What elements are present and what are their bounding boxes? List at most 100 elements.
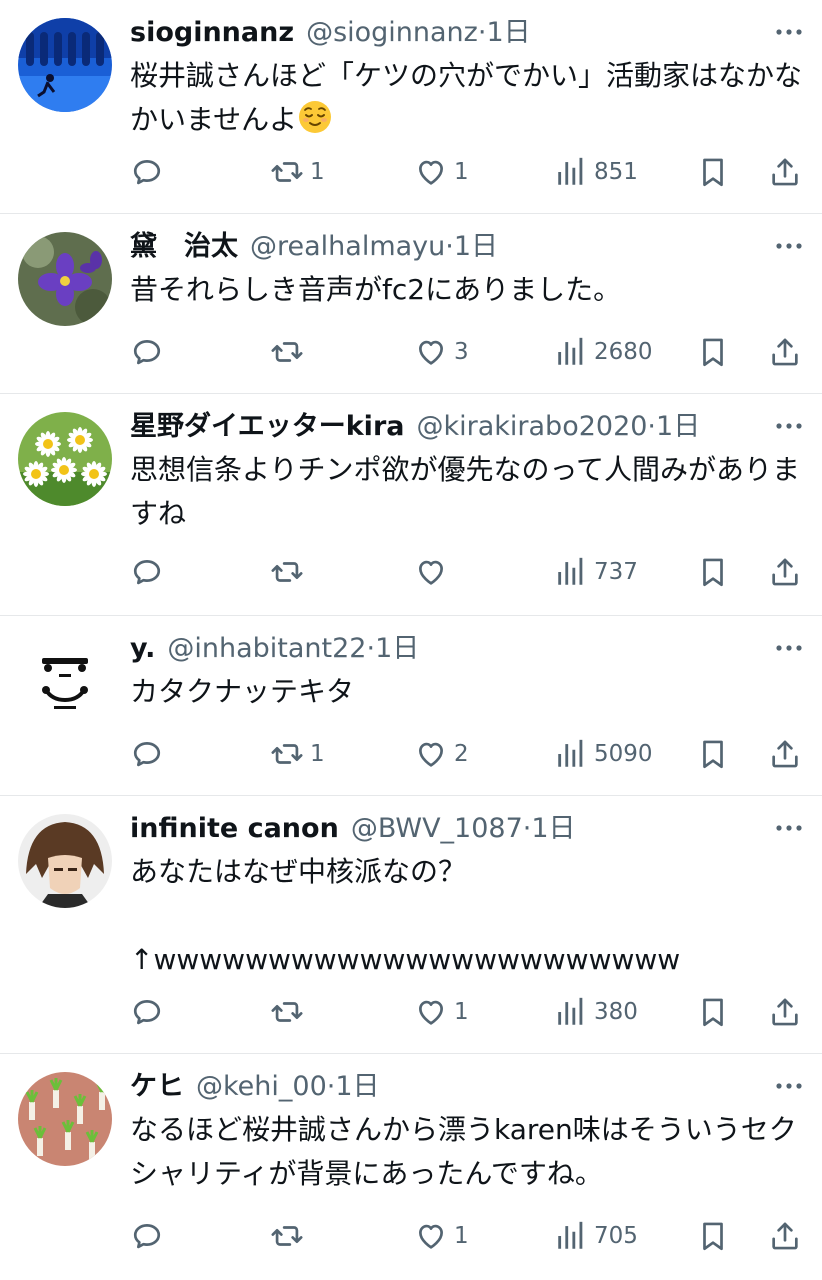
retweet-icon	[270, 155, 304, 189]
reply-button[interactable]	[130, 552, 170, 592]
tweet[interactable]: y. @inhabitant22 · 1日 カタクナッテキタ 1 2 5090	[0, 616, 822, 796]
views-count: 5090	[594, 741, 653, 767]
more-icon[interactable]	[774, 1078, 804, 1094]
timestamp[interactable]: 1日	[656, 408, 700, 446]
username[interactable]: @kehi_00	[196, 1068, 327, 1106]
tweet-header: 黛 治太 @realhalmayu · 1日	[130, 228, 804, 266]
like-button[interactable]	[414, 552, 454, 592]
more-icon[interactable]	[774, 820, 804, 836]
tweet-content: y. @inhabitant22 · 1日 カタクナッテキタ	[130, 630, 804, 714]
like-button[interactable]: 1	[414, 992, 469, 1032]
retweet-button[interactable]	[270, 332, 310, 372]
tweet[interactable]: ケヒ @kehi_00 · 1日 なるほど桜井誠さんから漂うkaren味はそういうセクシ…	[0, 1054, 822, 1280]
share-button[interactable]	[768, 734, 802, 774]
share-button[interactable]	[768, 152, 802, 192]
like-button[interactable]: 1	[414, 1216, 469, 1256]
tweet-text: あなたはなぜ中核派なの？ ↑wwwwwwwwwwwwwwwwwwwwwww	[130, 850, 804, 982]
reply-button[interactable]	[130, 332, 170, 372]
reply-button[interactable]	[130, 152, 170, 192]
tweet[interactable]: sioginnanz @sioginnanz · 1日 桜井誠さんほど「ケツの穴がでかい…	[0, 0, 822, 214]
avatar[interactable]	[18, 232, 112, 326]
retweet-count: 1	[310, 741, 325, 767]
avatar[interactable]	[18, 412, 112, 506]
heart-icon	[414, 737, 448, 771]
like-count: 2	[454, 741, 469, 767]
bookmark-button[interactable]	[696, 1216, 730, 1256]
username[interactable]: @BWV_1087	[351, 810, 523, 848]
display-name[interactable]: infinite canon	[130, 810, 339, 848]
views-icon	[554, 737, 588, 771]
views-count: 705	[594, 1223, 638, 1249]
bookmark-icon	[696, 555, 730, 589]
reply-button[interactable]	[130, 1216, 170, 1256]
more-icon[interactable]	[774, 238, 804, 254]
tweet-header: 星野ダイエッターkira @kirakirabo2020 · 1日	[130, 408, 804, 446]
reply-button[interactable]	[130, 992, 170, 1032]
tweet-text: なるほど桜井誠さんから漂うkaren味はそういうセクシャリティが背景にあったんで…	[130, 1108, 804, 1196]
avatar[interactable]	[18, 18, 112, 112]
retweet-button[interactable]: 1	[270, 152, 325, 192]
bookmark-icon	[696, 737, 730, 771]
username[interactable]: @realhalmayu	[250, 228, 445, 266]
views-icon	[554, 335, 588, 369]
tweet-text: 桜井誠さんほど「ケツの穴がでかい」活動家はなかなかいませんよ	[130, 54, 804, 142]
avatar[interactable]	[18, 1072, 112, 1166]
avatar[interactable]	[18, 814, 112, 908]
tweet-actions: 1 705	[130, 1216, 804, 1256]
views-button[interactable]: 380	[554, 992, 638, 1032]
share-button[interactable]	[768, 332, 802, 372]
retweet-button[interactable]	[270, 1216, 310, 1256]
retweet-button[interactable]	[270, 992, 310, 1032]
views-button[interactable]: 851	[554, 152, 638, 192]
bookmark-button[interactable]	[696, 152, 730, 192]
timestamp[interactable]: 1日	[375, 630, 419, 668]
display-name[interactable]: sioginnanz	[130, 14, 294, 52]
timestamp[interactable]: 1日	[486, 14, 530, 52]
share-button[interactable]	[768, 1216, 802, 1256]
tweet-actions: 3 2680	[130, 332, 804, 372]
tweet-content: infinite canon @BWV_1087 · 1日 あなたはなぜ中核派なの？ ↑…	[130, 810, 804, 982]
retweet-button[interactable]	[270, 552, 310, 592]
display-name[interactable]: ケヒ	[130, 1068, 184, 1106]
display-name[interactable]: 黛 治太	[130, 228, 238, 266]
bookmark-button[interactable]	[696, 552, 730, 592]
bookmark-button[interactable]	[696, 734, 730, 774]
avatar[interactable]	[18, 634, 112, 728]
retweet-count: 1	[310, 159, 325, 185]
reply-icon	[130, 555, 164, 589]
reply-icon	[130, 1219, 164, 1253]
tweet[interactable]: infinite canon @BWV_1087 · 1日 あなたはなぜ中核派なの？ ↑…	[0, 796, 822, 1054]
username[interactable]: @inhabitant22	[167, 630, 366, 668]
reply-button[interactable]	[130, 734, 170, 774]
more-icon[interactable]	[774, 418, 804, 434]
display-name[interactable]: 星野ダイエッターkira	[130, 408, 404, 446]
views-button[interactable]: 737	[554, 552, 638, 592]
tweet-actions: 1 1 851	[130, 152, 804, 192]
bookmark-button[interactable]	[696, 992, 730, 1032]
views-count: 737	[594, 559, 638, 585]
timestamp[interactable]: 1日	[531, 810, 575, 848]
username[interactable]: @sioginnanz	[306, 14, 478, 52]
more-icon[interactable]	[774, 640, 804, 656]
username[interactable]: @kirakirabo2020	[416, 408, 647, 446]
tweet[interactable]: 黛 治太 @realhalmayu · 1日 昔それらしき音声がfc2にありました。 3 2…	[0, 214, 822, 394]
tweet-text: 昔それらしき音声がfc2にありました。	[130, 268, 804, 312]
like-button[interactable]: 1	[414, 152, 469, 192]
views-button[interactable]: 705	[554, 1216, 638, 1256]
share-button[interactable]	[768, 552, 802, 592]
views-button[interactable]: 2680	[554, 332, 653, 372]
display-name[interactable]: y.	[130, 630, 155, 668]
more-icon[interactable]	[774, 24, 804, 40]
like-button[interactable]: 3	[414, 332, 469, 372]
bookmark-button[interactable]	[696, 332, 730, 372]
views-icon	[554, 555, 588, 589]
retweet-button[interactable]: 1	[270, 734, 325, 774]
share-button[interactable]	[768, 992, 802, 1032]
timestamp[interactable]: 1日	[454, 228, 498, 266]
tweet-content: sioginnanz @sioginnanz · 1日 桜井誠さんほど「ケツの穴がでかい…	[130, 14, 804, 142]
timestamp[interactable]: 1日	[335, 1068, 379, 1106]
views-button[interactable]: 5090	[554, 734, 653, 774]
like-button[interactable]: 2	[414, 734, 469, 774]
tweet[interactable]: 星野ダイエッターkira @kirakirabo2020 · 1日 思想信条よりチンポ欲…	[0, 394, 822, 616]
views-count: 851	[594, 159, 638, 185]
